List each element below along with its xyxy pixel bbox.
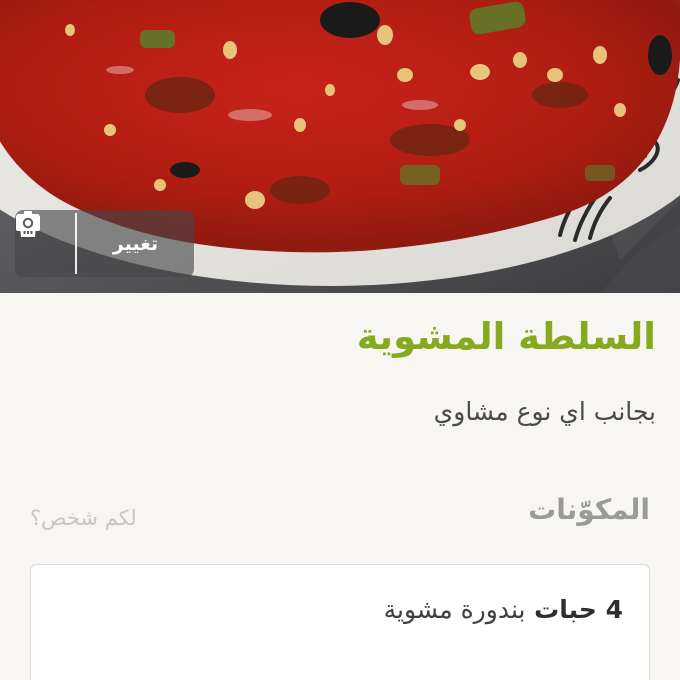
photo-actions-bar: تغيير <box>15 210 194 277</box>
ingredients-list: 4 حبات بندورة مشوية <box>30 564 650 680</box>
change-photo-button[interactable]: تغيير <box>16 210 194 277</box>
ingredient-quantity: 4 حبات <box>525 595 623 624</box>
recipe-description[interactable]: بجانب اي نوع مشاوي <box>434 397 656 426</box>
recipe-content: السلطة المشوية بجانب اي نوع مشاوي المكوّ… <box>0 293 680 680</box>
servings-input[interactable]: لكم شخص؟ <box>30 506 137 530</box>
change-photo-label: تغيير <box>112 232 159 255</box>
ingredient-item[interactable]: 4 حبات بندورة مشوية <box>384 595 623 624</box>
recipe-editor-page: تغيير السلطة المشوية بجانب اي نوع مشاوي … <box>0 0 680 680</box>
ingredients-heading: المكوّنات <box>528 493 650 526</box>
recipe-photo[interactable]: تغيير <box>0 0 680 293</box>
recipe-title[interactable]: السلطة المشوية <box>357 315 656 358</box>
ingredient-name: بندورة مشوية <box>383 595 526 624</box>
camera-icon <box>16 212 40 231</box>
